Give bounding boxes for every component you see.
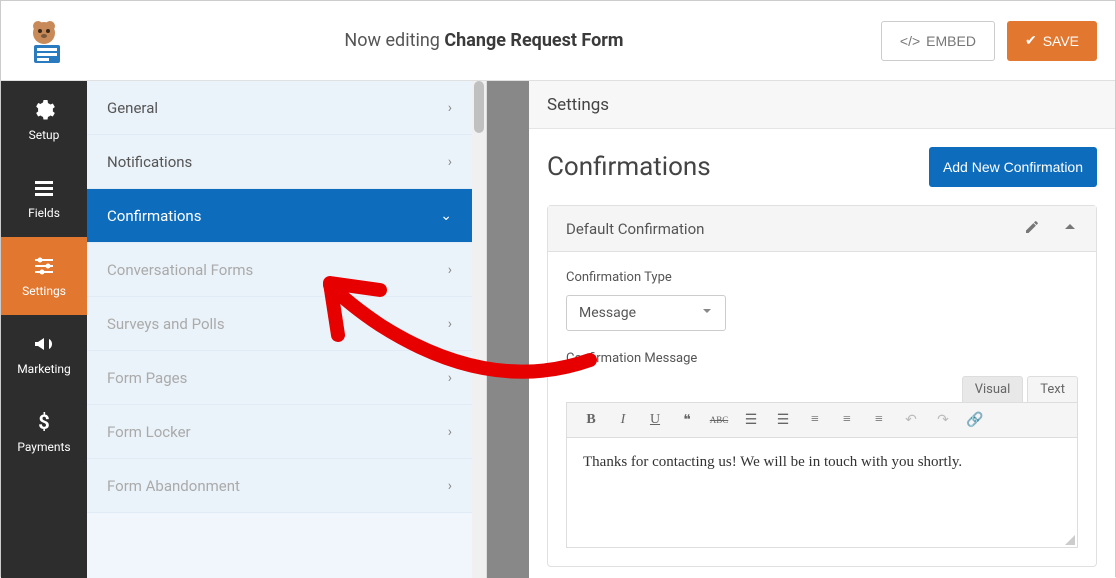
- nav-settings-label: Settings: [22, 284, 66, 298]
- editing-prefix: Now editing: [344, 30, 439, 51]
- subnav-confirmations-label: Confirmations: [107, 207, 201, 225]
- gear-icon: [32, 98, 56, 122]
- chevron-down-icon: ⌄: [440, 208, 452, 224]
- chevron-up-icon[interactable]: [1062, 219, 1078, 239]
- italic-button[interactable]: I: [611, 408, 635, 432]
- subnav-notifications[interactable]: Notifications ›: [87, 135, 472, 189]
- check-icon: ✔: [1025, 32, 1037, 49]
- subnav-scrollbar[interactable]: [472, 81, 486, 578]
- wpforms-logo-icon: [20, 17, 68, 65]
- editor-text: Thanks for contacting us! We will be in …: [583, 454, 962, 470]
- sliders-icon: [32, 254, 56, 278]
- chevron-right-icon: ›: [448, 262, 452, 278]
- subnav-abandonment[interactable]: Form Abandonment ›: [87, 459, 472, 513]
- subnav-notifications-label: Notifications: [107, 153, 192, 171]
- nav-setup[interactable]: Setup: [1, 81, 87, 159]
- numbered-list-button[interactable]: ☰: [771, 408, 795, 432]
- confirmation-panel: Default Confirmation Confirmation Type M…: [547, 205, 1097, 567]
- left-nav: Setup Fields Settings Marketing $ Paymen…: [1, 81, 87, 578]
- bullhorn-icon: [32, 332, 56, 356]
- message-label: Confirmation Message: [566, 351, 1078, 366]
- quote-button[interactable]: ❝: [675, 408, 699, 432]
- tab-visual[interactable]: Visual: [962, 376, 1024, 402]
- align-right-button[interactable]: ≡: [867, 408, 891, 432]
- nav-fields-label: Fields: [28, 206, 60, 220]
- bullet-list-button[interactable]: ☰: [739, 408, 763, 432]
- subnav-formlocker[interactable]: Form Locker ›: [87, 405, 472, 459]
- save-label: SAVE: [1043, 33, 1079, 49]
- embed-label: EMBED: [926, 33, 976, 49]
- chevron-right-icon: ›: [448, 424, 452, 440]
- subnav-surveys[interactable]: Surveys and Polls ›: [87, 297, 472, 351]
- chevron-down-icon: [701, 305, 713, 321]
- subnav-conversational[interactable]: Conversational Forms ›: [87, 243, 472, 297]
- subnav-conversational-label: Conversational Forms: [107, 261, 253, 279]
- nav-marketing-label: Marketing: [17, 362, 71, 376]
- divider-strip: [487, 81, 529, 578]
- edit-icon[interactable]: [1024, 219, 1040, 239]
- panel-head: Default Confirmation: [548, 206, 1096, 252]
- subnav-formpages[interactable]: Form Pages ›: [87, 351, 472, 405]
- redo-button[interactable]: ↷: [931, 408, 955, 432]
- settings-subnav: General › Notifications › Confirmations …: [87, 81, 487, 578]
- list-icon: [32, 176, 56, 200]
- content-area: Settings Confirmations Add New Confirmat…: [529, 81, 1115, 578]
- resize-grip[interactable]: [1065, 535, 1075, 545]
- content-header-label: Settings: [547, 95, 609, 115]
- chevron-right-icon: ›: [448, 478, 452, 494]
- app-logo: [1, 17, 87, 65]
- chevron-right-icon: ›: [448, 100, 452, 116]
- confirmation-type-select[interactable]: Message: [566, 295, 726, 331]
- subnav-general[interactable]: General ›: [87, 81, 472, 135]
- select-value: Message: [579, 305, 636, 321]
- subnav-abandonment-label: Form Abandonment: [107, 477, 240, 495]
- code-icon: </>: [900, 33, 920, 49]
- nav-settings[interactable]: Settings: [1, 237, 87, 315]
- content-header: Settings: [529, 81, 1115, 129]
- nav-fields[interactable]: Fields: [1, 159, 87, 237]
- chevron-right-icon: ›: [448, 316, 452, 332]
- underline-button[interactable]: U: [643, 408, 667, 432]
- panel-body: Confirmation Type Message Confirmation M…: [548, 252, 1096, 566]
- chevron-right-icon: ›: [448, 370, 452, 386]
- top-bar: Now editing Change Request Form </> EMBE…: [1, 1, 1115, 81]
- section-title: Confirmations: [547, 152, 711, 182]
- nav-setup-label: Setup: [29, 128, 60, 142]
- bold-button[interactable]: B: [579, 408, 603, 432]
- align-left-button[interactable]: ≡: [803, 408, 827, 432]
- type-label: Confirmation Type: [566, 270, 1078, 285]
- editor-toolbar: B I U ❝ ABC ☰ ☰ ≡ ≡ ≡ ↶ ↷ 🔗: [566, 402, 1078, 438]
- link-button[interactable]: 🔗: [963, 408, 987, 432]
- save-button[interactable]: ✔ SAVE: [1007, 21, 1097, 61]
- nav-marketing[interactable]: Marketing: [1, 315, 87, 393]
- nav-payments[interactable]: $ Payments: [1, 393, 87, 471]
- subnav-confirmations[interactable]: Confirmations ⌄: [87, 189, 472, 243]
- align-center-button[interactable]: ≡: [835, 408, 859, 432]
- subnav-general-label: General: [107, 99, 158, 117]
- editor-textarea[interactable]: Thanks for contacting us! We will be in …: [566, 438, 1078, 548]
- panel-title: Default Confirmation: [566, 220, 704, 238]
- dollar-icon: $: [32, 410, 56, 434]
- subnav-formlocker-label: Form Locker: [107, 423, 191, 441]
- editor-tabs: Visual Text: [566, 376, 1078, 402]
- subnav-formpages-label: Form Pages: [107, 369, 187, 387]
- tab-text[interactable]: Text: [1027, 376, 1078, 402]
- strikethrough-button[interactable]: ABC: [707, 408, 731, 432]
- content-body: Confirmations Add New Confirmation Defau…: [529, 129, 1115, 578]
- form-name: Change Request Form: [444, 30, 623, 51]
- undo-button[interactable]: ↶: [899, 408, 923, 432]
- nav-payments-label: Payments: [17, 440, 70, 454]
- chevron-right-icon: ›: [448, 154, 452, 170]
- subnav-surveys-label: Surveys and Polls: [107, 315, 225, 333]
- message-editor: Visual Text B I U ❝ ABC ☰ ☰ ≡ ≡: [566, 376, 1078, 548]
- main-layout: Setup Fields Settings Marketing $ Paymen…: [1, 81, 1115, 578]
- svg-text:$: $: [38, 410, 49, 434]
- section-head: Confirmations Add New Confirmation: [547, 147, 1097, 187]
- add-confirmation-button[interactable]: Add New Confirmation: [929, 147, 1097, 187]
- editing-title: Now editing Change Request Form: [87, 30, 881, 51]
- top-buttons: </> EMBED ✔ SAVE: [881, 21, 1097, 61]
- embed-button[interactable]: </> EMBED: [881, 21, 995, 61]
